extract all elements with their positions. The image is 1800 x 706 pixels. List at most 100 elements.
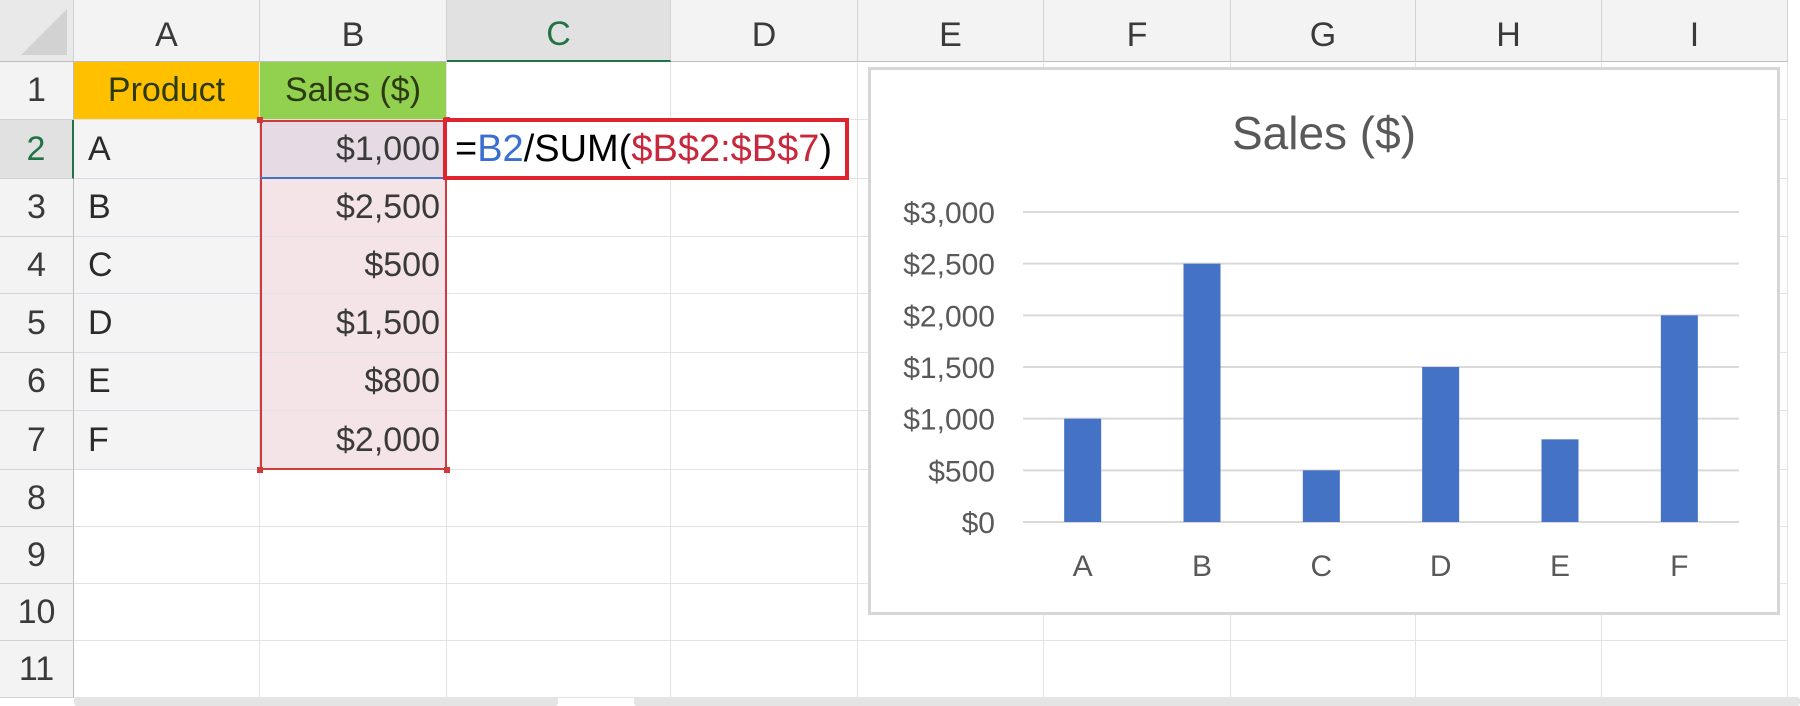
y-tick-label: $3,000 (903, 197, 995, 230)
bar-a[interactable] (1064, 418, 1102, 522)
y-tick-label: $2,000 (903, 300, 995, 333)
cell-d4[interactable] (671, 237, 858, 294)
column-header-b[interactable]: B (260, 0, 447, 62)
row-header-11[interactable]: 11 (0, 641, 74, 698)
spreadsheet: A B C D E F G H I 1 2 3 4 5 6 7 8 9 10 1… (0, 0, 1800, 706)
cell-a6[interactable]: E (74, 353, 260, 411)
chart-plot: $0 $500 $1,000 $1,500 $2,000 $2,500 $3,000 A B C D… (903, 197, 1739, 583)
cell-d5[interactable] (671, 294, 858, 353)
sales-bar-chart[interactable]: Sales ($) $0 $500 $1,000 $1,500 $2,000 $2,500… (868, 67, 1780, 615)
sheet-tab-scroll-area[interactable] (74, 697, 558, 706)
y-tick-label: $0 (962, 507, 995, 540)
range-handle-bottom-right[interactable] (444, 467, 450, 473)
bar-b[interactable] (1183, 263, 1221, 522)
y-tick-label: $500 (928, 455, 995, 488)
cell-b8[interactable] (260, 470, 447, 527)
cell-b4[interactable]: $500 (260, 237, 447, 294)
cell-b7[interactable]: $2,000 (260, 411, 447, 470)
column-header-d[interactable]: D (671, 0, 858, 62)
select-all-triangle-icon (21, 9, 67, 55)
cell-b5[interactable]: $1,500 (260, 294, 447, 353)
cell-c5[interactable] (447, 294, 671, 353)
cell-c7[interactable] (447, 411, 671, 470)
cell-d6[interactable] (671, 353, 858, 411)
cell-e11[interactable] (858, 641, 1044, 698)
x-tick-label: D (1430, 550, 1452, 583)
row-header-7[interactable]: 7 (0, 411, 74, 470)
y-tick-label: $1,000 (903, 404, 995, 437)
cell-d7[interactable] (671, 411, 858, 470)
bar-c[interactable] (1302, 470, 1340, 522)
cell-a3[interactable]: B (74, 179, 260, 237)
cell-d8[interactable] (671, 470, 858, 527)
row-header-3[interactable]: 3 (0, 179, 74, 237)
cell-d1[interactable] (671, 62, 858, 120)
formula-cell-reference: B2 (477, 127, 524, 170)
cell-a8[interactable] (74, 470, 260, 527)
column-header-e[interactable]: E (858, 0, 1044, 62)
select-all-corner[interactable] (0, 0, 74, 62)
cell-a4[interactable]: C (74, 237, 260, 294)
column-header-i[interactable]: I (1602, 0, 1788, 62)
formula-function: /SUM( (523, 127, 632, 170)
y-tick-label: $1,500 (903, 352, 995, 385)
row-header-5[interactable]: 5 (0, 294, 74, 353)
range-handle-bottom-left[interactable] (257, 467, 263, 473)
x-tick-label: F (1670, 550, 1688, 583)
y-tick-label: $2,500 (903, 249, 995, 282)
cell-f11[interactable] (1044, 641, 1231, 698)
cell-b1[interactable]: Sales ($) (260, 62, 447, 120)
range-handle-top-left[interactable] (257, 117, 263, 123)
cell-b6[interactable]: $800 (260, 353, 447, 411)
cell-a5[interactable]: D (74, 294, 260, 353)
cell-b9[interactable] (260, 527, 447, 584)
cell-b2[interactable]: $1,000 (260, 120, 447, 179)
row-header-10[interactable]: 10 (0, 584, 74, 641)
cell-h11[interactable] (1416, 641, 1602, 698)
bar-e[interactable] (1541, 439, 1579, 522)
cell-d3[interactable] (671, 179, 858, 237)
cell-b11[interactable] (260, 641, 447, 698)
cell-a2[interactable]: A (74, 120, 260, 179)
column-header-f[interactable]: F (1044, 0, 1231, 62)
cell-a10[interactable] (74, 584, 260, 641)
formula-range-reference: $B$2:$B$7 (631, 127, 820, 170)
cell-d11[interactable] (671, 641, 858, 698)
cell-b3[interactable]: $2,500 (260, 179, 447, 237)
bar-f[interactable] (1660, 315, 1698, 522)
cell-c3[interactable] (447, 179, 671, 237)
cell-a9[interactable] (74, 527, 260, 584)
cell-a1[interactable]: Product (74, 62, 260, 120)
column-header-g[interactable]: G (1231, 0, 1416, 62)
cell-c6[interactable] (447, 353, 671, 411)
x-tick-label: C (1310, 550, 1332, 583)
row-header-4[interactable]: 4 (0, 237, 74, 294)
formula-close-paren: ) (819, 127, 833, 170)
cell-g11[interactable] (1231, 641, 1416, 698)
cell-c8[interactable] (447, 470, 671, 527)
bar-d[interactable] (1422, 367, 1460, 522)
cell-c1[interactable] (447, 62, 671, 120)
horizontal-scrollbar[interactable] (634, 697, 1800, 706)
cell-d10[interactable] (671, 584, 858, 641)
column-header-c[interactable]: C (447, 0, 671, 62)
row-header-6[interactable]: 6 (0, 353, 74, 411)
cell-i11[interactable] (1602, 641, 1788, 698)
cell-c10[interactable] (447, 584, 671, 641)
cell-c2-formula-editor[interactable]: = B2/SUM($B$2:$B$7) (443, 118, 849, 180)
x-tick-label: E (1550, 550, 1570, 583)
cell-c11[interactable] (447, 641, 671, 698)
cell-a7[interactable]: F (74, 411, 260, 470)
column-header-a[interactable]: A (74, 0, 260, 62)
cell-c4[interactable] (447, 237, 671, 294)
row-header-9[interactable]: 9 (0, 527, 74, 584)
cell-c9[interactable] (447, 527, 671, 584)
row-header-1[interactable]: 1 (0, 62, 74, 120)
column-header-h[interactable]: H (1416, 0, 1602, 62)
row-header-8[interactable]: 8 (0, 470, 74, 527)
x-tick-label: A (1073, 550, 1093, 583)
cell-b10[interactable] (260, 584, 447, 641)
row-header-2[interactable]: 2 (0, 120, 74, 179)
cell-d9[interactable] (671, 527, 858, 584)
cell-a11[interactable] (74, 641, 260, 698)
